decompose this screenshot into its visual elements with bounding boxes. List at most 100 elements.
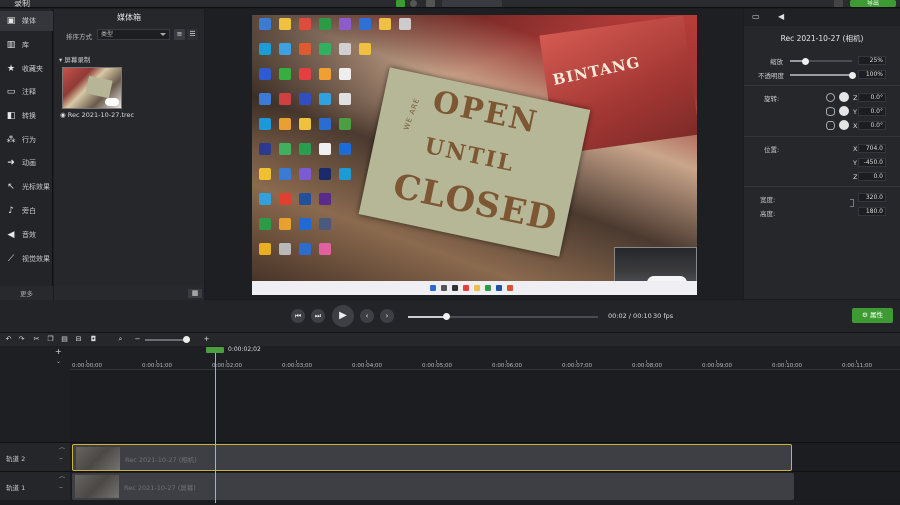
media-icon: ▣ xyxy=(6,16,16,26)
sidebar-item-favorites[interactable]: ★ 收藏夹 xyxy=(0,59,53,79)
desktop-icon xyxy=(299,18,311,30)
taskbar-icon xyxy=(441,285,447,291)
visual-properties-tab-icon[interactable]: ▭ xyxy=(752,12,762,21)
annotation-icon: ▭ xyxy=(6,87,16,97)
sidebar-item-transitions[interactable]: ◧ 转换 xyxy=(0,106,53,126)
detail-view-icon[interactable]: ≡ xyxy=(174,29,185,40)
add-track-icon[interactable]: + xyxy=(55,347,62,356)
camera-icon[interactable]: ◘ xyxy=(89,335,98,344)
timeline-clip-camera[interactable]: Rec 2021-10-27 (相机) xyxy=(72,444,792,471)
redo-icon[interactable]: ↷ xyxy=(17,335,26,344)
desktop-icon xyxy=(259,168,271,180)
taskbar-icon xyxy=(463,285,469,291)
play-button[interactable]: ▶ xyxy=(332,305,354,327)
zoom-tool-icon[interactable] xyxy=(410,0,417,7)
sort-label: 排序方式 xyxy=(66,33,92,41)
ruler-tick-label: 0:00:08;00 xyxy=(632,363,663,369)
track-header-area xyxy=(0,370,70,442)
sidebar-item-annotations[interactable]: ▭ 注释 xyxy=(0,82,53,102)
rotation-z-dial[interactable] xyxy=(839,92,849,102)
rotation-z-field[interactable]: 0.0° xyxy=(858,93,886,102)
zoom-select[interactable] xyxy=(442,0,502,7)
sidebar-item-label: 光标效果 xyxy=(22,183,50,191)
scrub-knob[interactable] xyxy=(442,313,450,320)
clip-thumbnail xyxy=(76,447,120,470)
rotation-x-field[interactable]: 0.0° xyxy=(858,121,886,130)
grid-view-icon[interactable]: ▦ xyxy=(188,289,202,298)
desktop-icon xyxy=(319,193,331,205)
height-field[interactable]: 180.0 xyxy=(858,207,886,216)
track-lane-2[interactable]: Rec 2021-10-27 (相机) xyxy=(70,442,900,471)
cut-icon[interactable]: ✂ xyxy=(32,335,41,344)
track-lock-icon[interactable]: ⌒ ⌣ xyxy=(59,477,65,491)
scrub-bar[interactable] xyxy=(408,313,598,320)
scale-slider-knob[interactable] xyxy=(802,57,809,65)
sidebar-item-animations[interactable]: ➜ 动画 xyxy=(0,153,53,173)
more-button[interactable]: 更多 xyxy=(0,286,53,300)
rotation-y-dial[interactable] xyxy=(839,106,849,116)
media-thumbnail[interactable] xyxy=(62,67,122,109)
crop-tool-icon[interactable] xyxy=(426,0,435,7)
properties-button[interactable]: ⚙ 属性 xyxy=(852,308,893,323)
next-icon[interactable]: › xyxy=(380,309,394,323)
taskbar-icon xyxy=(507,285,513,291)
rotation-y-axis-label: Y xyxy=(853,108,857,116)
sidebar-item-cursor-effects[interactable]: ↖ 光标效果 xyxy=(0,177,53,197)
ruler-tick-label: 0:00:11;00 xyxy=(842,363,873,369)
opacity-value-field[interactable]: 100% xyxy=(858,70,886,79)
rotation-y-field[interactable]: 0.0° xyxy=(858,107,886,116)
chevron-down-icon[interactable] xyxy=(834,0,843,7)
media-item-label: ◉ Rec 2021-10-27.trec xyxy=(60,111,135,119)
position-z-field[interactable]: 0.0 xyxy=(858,172,886,181)
rotation-x-dial[interactable] xyxy=(839,120,849,130)
track-lock-icon[interactable]: ⌒ ⌣ xyxy=(59,448,65,462)
zoom-in-icon[interactable]: + xyxy=(202,335,211,344)
split-icon[interactable]: ⊟ xyxy=(74,335,83,344)
paste-icon[interactable]: ▤ xyxy=(60,335,69,344)
desktop-icon xyxy=(299,68,311,80)
desktop-icon xyxy=(259,18,271,30)
search-icon[interactable]: ⌕ xyxy=(116,335,125,344)
sidebar-item-audio-effects[interactable]: ◀ 音效 xyxy=(0,225,53,245)
sidebar-item-narration[interactable]: ♪ 旁白 xyxy=(0,201,53,221)
copy-icon[interactable]: ❐ xyxy=(46,335,55,344)
opacity-slider[interactable] xyxy=(790,71,856,79)
position-y-field[interactable]: -450.0 xyxy=(858,158,886,167)
playhead-time: 0:00:02;02 xyxy=(228,346,261,353)
select-tool-icon[interactable] xyxy=(396,0,405,7)
ruler-tick-label: 0:00:06;00 xyxy=(492,363,523,369)
desktop-icon xyxy=(339,18,351,30)
collapse-icon[interactable]: ⌄ xyxy=(56,358,61,365)
sidebar-item-visual-effects[interactable]: ⟋ 视觉效果 xyxy=(0,249,53,269)
timeline-clip-screen[interactable]: Rec 2021-10-27 (屏幕) xyxy=(72,473,794,500)
sidebar-item-behaviors[interactable]: ⁂ 行为 xyxy=(0,130,53,150)
track-lane-1[interactable]: Rec 2021-10-27 (屏幕) xyxy=(70,471,900,500)
undo-icon[interactable]: ↶ xyxy=(4,335,13,344)
zoom-slider-knob[interactable] xyxy=(183,336,190,343)
timeline-empty-area[interactable] xyxy=(70,370,900,442)
aspect-lock-icon[interactable] xyxy=(850,199,854,207)
width-field[interactable]: 320.0 xyxy=(858,193,886,202)
list-view-icon[interactable]: ☰ xyxy=(187,29,198,40)
preview-canvas[interactable]: BINTANG WE ARE OPEN UNTIL CLOSED xyxy=(252,15,697,295)
opacity-slider-knob[interactable] xyxy=(848,71,856,79)
track-header-2[interactable]: 轨道 2 ⌒ ⌣ xyxy=(0,442,70,471)
start-icon xyxy=(430,285,436,291)
step-back-icon[interactable]: ⏮ xyxy=(291,309,305,323)
scale-value-field[interactable]: 25% xyxy=(858,56,886,65)
group-header[interactable]: ▾ 屏幕录制 xyxy=(59,54,90,64)
scrub-fill xyxy=(408,316,446,318)
scale-slider[interactable] xyxy=(790,57,852,65)
track-header-1[interactable]: 轨道 1 ⌒ ⌣ xyxy=(0,471,70,500)
timeline-ruler[interactable]: 0:00:00;00 0:00:01;00 0:00:02;00 0:00:03;00… xyxy=(70,346,900,370)
previous-icon[interactable]: ‹ xyxy=(360,309,374,323)
sidebar-item-label: 旁白 xyxy=(22,207,36,215)
sort-select[interactable]: 类型 xyxy=(97,29,170,40)
zoom-out-icon[interactable]: − xyxy=(133,335,142,344)
position-x-field[interactable]: 704.0 xyxy=(858,144,886,153)
sidebar-item-media[interactable]: ▣ 媒体 xyxy=(0,11,53,31)
audio-properties-tab-icon[interactable]: ◀ xyxy=(778,12,788,21)
step-forward-icon[interactable]: ⏭ xyxy=(311,309,325,323)
sidebar-item-library[interactable]: ▥ 库 xyxy=(0,35,53,55)
export-button[interactable]: 导出 xyxy=(850,0,896,7)
